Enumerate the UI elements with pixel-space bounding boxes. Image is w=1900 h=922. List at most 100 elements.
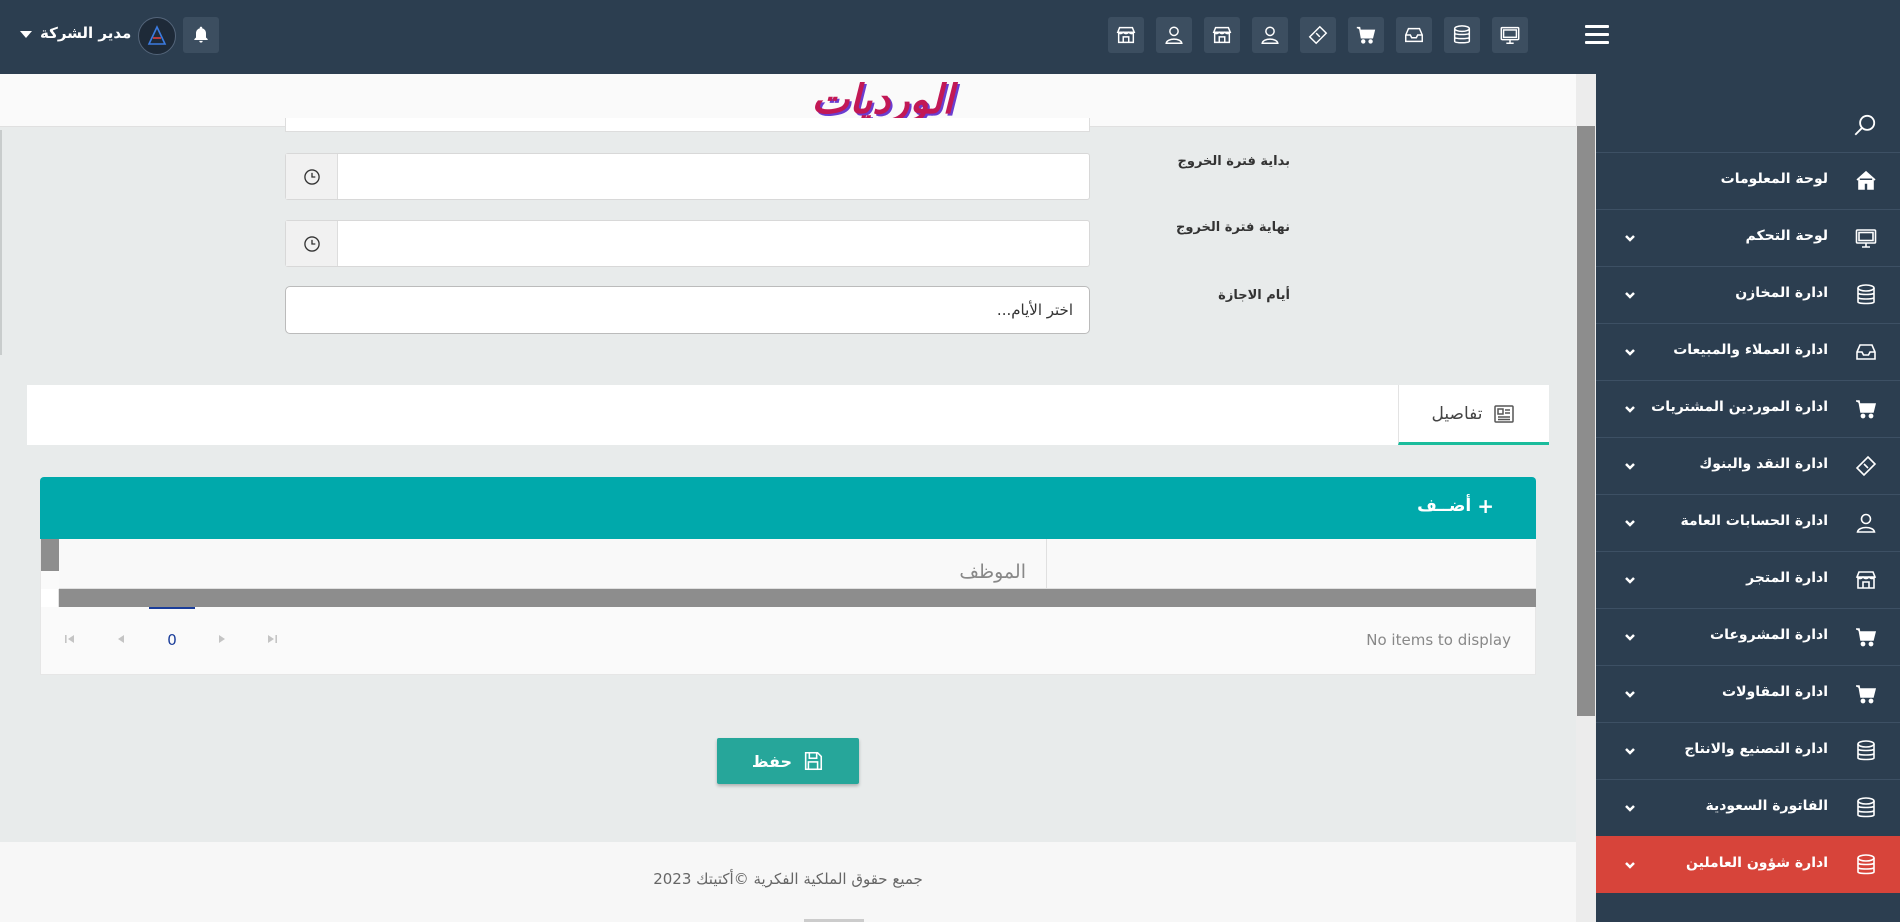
sidebar-item[interactable]: لوحة المعلومات	[1596, 152, 1900, 209]
company-logo-icon	[147, 25, 167, 45]
ticket-icon	[1854, 454, 1878, 478]
toolbar-user-button[interactable]	[1252, 17, 1288, 53]
exit-start-time-picker[interactable]	[286, 154, 338, 199]
sidebar-item[interactable]: ادارة الحسابات العامة	[1596, 494, 1900, 551]
toolbar-ticket-button[interactable]	[1300, 17, 1336, 53]
sidebar-item-label: لوحة المعلومات	[1720, 171, 1828, 187]
user-icon	[1165, 26, 1183, 44]
store-icon	[1116, 26, 1136, 44]
hamburger-icon	[1585, 25, 1609, 28]
chevron-down-icon	[1624, 631, 1636, 643]
cart-icon	[1356, 26, 1376, 44]
page-scrollbar[interactable]	[1576, 74, 1596, 922]
pager-last-button[interactable]	[265, 631, 279, 645]
exit-end-time-input[interactable]	[285, 220, 1090, 267]
sidebar-menu: لوحة المعلومات لوحة التحكم ادارة المخازن اد…	[1596, 152, 1900, 893]
clock-icon	[303, 235, 320, 252]
sidebar-item-label: ادارة شؤون العاملين	[1686, 855, 1828, 871]
toolbar-inbox-button[interactable]	[1396, 17, 1432, 53]
chevron-down-icon	[1624, 460, 1636, 472]
pager-first-button[interactable]	[63, 631, 77, 645]
chevron-down-icon	[1624, 403, 1636, 415]
user-icon	[1854, 511, 1878, 535]
sidebar-item[interactable]: ادارة العملاء والمبيعات	[1596, 323, 1900, 380]
sidebar-item-label: ادارة الحسابات العامة	[1680, 513, 1828, 529]
pager-prev-button[interactable]	[114, 631, 128, 645]
sidebar-item[interactable]: ادارة التصنيع والانتاج	[1596, 722, 1900, 779]
partial-time-field[interactable]	[285, 118, 1090, 132]
top-bar: مدير الشركة	[0, 0, 1900, 74]
next-page-icon	[219, 635, 225, 643]
chevron-down-icon	[1624, 517, 1636, 529]
vacation-days-label: أيام الاجازة	[1218, 288, 1290, 303]
cart-icon	[1854, 682, 1878, 706]
newspaper-icon	[1494, 404, 1515, 423]
add-row-button[interactable]: + أضــف	[1417, 494, 1494, 518]
sidebar-item-label: ادارة المتجر	[1746, 570, 1828, 586]
toolbar-monitor-button[interactable]	[1492, 17, 1528, 53]
sidebar-item[interactable]: لوحة التحكم	[1596, 209, 1900, 266]
cart-icon	[1854, 397, 1878, 421]
database-icon	[1854, 283, 1878, 307]
exit-start-time-input[interactable]	[285, 153, 1090, 200]
chevron-down-icon	[20, 31, 32, 38]
sidebar-item[interactable]: ادارة الموردين المشتريات	[1596, 380, 1900, 437]
grid-corner	[41, 589, 59, 607]
database-icon	[1854, 853, 1878, 877]
tab-details[interactable]: تفاصيل	[1398, 385, 1549, 445]
grid-header: الموظف	[59, 539, 1536, 589]
vacation-days-multiselect[interactable]: اختر الأيام...	[285, 286, 1090, 334]
avatar[interactable]	[138, 17, 176, 55]
chevron-down-icon	[1624, 346, 1636, 358]
monitor-icon	[1854, 226, 1878, 250]
save-button[interactable]: حفظ	[717, 738, 859, 784]
plus-icon: +	[1477, 494, 1494, 518]
toolbar-store-button[interactable]	[1108, 17, 1144, 53]
database-icon	[1453, 25, 1471, 44]
sidebar-item[interactable]: ادارة المشروعات	[1596, 608, 1900, 665]
column-separator[interactable]	[1046, 539, 1047, 589]
sidebar-item-label: ادارة المخازن	[1735, 285, 1828, 301]
inbox-icon	[1854, 340, 1878, 364]
footer: جميع حقوق الملكية الفكرية ©أكتيتك 2023	[0, 842, 1576, 922]
exit-end-time-picker[interactable]	[286, 221, 338, 266]
sidebar-toggle-button[interactable]	[1585, 25, 1609, 45]
grid-horizontal-scrollbar[interactable]	[59, 589, 1536, 607]
monitor-icon	[1500, 26, 1520, 44]
user-icon	[1261, 26, 1279, 44]
quick-access-toolbar	[1108, 17, 1528, 53]
toolbar-cart-button[interactable]	[1348, 17, 1384, 53]
toolbar-user-button[interactable]	[1156, 17, 1192, 53]
pager-current-page[interactable]: 0	[149, 607, 195, 649]
first-page-icon	[65, 635, 74, 643]
database-icon	[1854, 796, 1878, 820]
sidebar-search-button[interactable]	[1852, 112, 1878, 138]
sidebar-item-label: ادارة التصنيع والانتاج	[1684, 741, 1828, 757]
notifications-button[interactable]	[183, 17, 219, 53]
sidebar-item[interactable]: ادارة المخازن	[1596, 266, 1900, 323]
sidebar-item[interactable]: الفاتورة السعودية	[1596, 779, 1900, 836]
grid-column-handle[interactable]	[41, 539, 59, 571]
tabs-bar: تفاصيل	[27, 385, 1549, 445]
pager-empty-message: No items to display	[1366, 631, 1511, 649]
sidebar-item[interactable]: ادارة شؤون العاملين	[1596, 836, 1900, 893]
sidebar-item[interactable]: ادارة النقد والبنوك	[1596, 437, 1900, 494]
clock-icon	[303, 168, 320, 185]
user-menu[interactable]: مدير الشركة	[20, 24, 131, 42]
sidebar: لوحة المعلومات لوحة التحكم ادارة المخازن اد…	[1596, 74, 1900, 922]
ticket-icon	[1308, 25, 1328, 45]
chevron-down-icon	[1624, 802, 1636, 814]
sidebar-item[interactable]: ادارة المقاولات	[1596, 665, 1900, 722]
toolbar-store-button[interactable]	[1204, 17, 1240, 53]
copyright-text: جميع حقوق الملكية الفكرية ©أكتيتك 2023	[653, 870, 923, 888]
toolbar-database-button[interactable]	[1444, 17, 1480, 53]
column-header-employee[interactable]: الموظف	[959, 561, 1026, 583]
bell-icon	[194, 26, 208, 43]
chevron-down-icon	[1624, 745, 1636, 757]
sidebar-item-label: ادارة المشروعات	[1710, 627, 1828, 643]
sidebar-item-label: ادارة النقد والبنوك	[1699, 456, 1828, 472]
panel-edge	[0, 130, 2, 355]
sidebar-item[interactable]: ادارة المتجر	[1596, 551, 1900, 608]
page-scrollbar-thumb[interactable]	[1577, 126, 1595, 716]
pager-next-button[interactable]	[215, 631, 229, 645]
